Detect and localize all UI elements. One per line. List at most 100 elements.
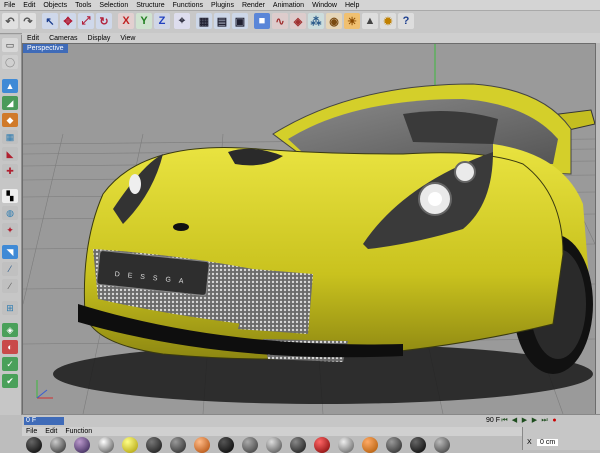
menu-selection[interactable]: Selection — [95, 2, 132, 9]
render-pv-icon[interactable]: ▤ — [214, 13, 230, 29]
perspective-viewport[interactable]: Perspective DESSGA — [22, 43, 596, 415]
material-swatch[interactable] — [266, 437, 282, 453]
brush-icon[interactable]: ⁄ — [2, 262, 18, 276]
light-icon[interactable]: ☀ — [344, 13, 360, 29]
left-tool-palette: ▭ ◯ ▲ ◢ ◆ ▦ ◣ ✚ ▚ ◍ ✦ ◥ ⁄ ∕ ⊞ ◈ ◐ ✓ ✔ — [0, 35, 22, 415]
animation-mode-icon[interactable]: ◣ — [2, 147, 18, 161]
menu-help[interactable]: Help — [341, 2, 363, 9]
timeline[interactable]: 0 F 90 F ⏮ ◀ ▶ ▶ ⏭ ● — [22, 414, 600, 427]
material-swatch[interactable] — [410, 437, 426, 453]
record-icon[interactable]: ● — [550, 416, 559, 425]
material-menu-function[interactable]: Function — [61, 428, 96, 435]
menu-render[interactable]: Render — [238, 2, 269, 9]
viewport-menu-cameras[interactable]: Cameras — [44, 35, 82, 42]
scene-icon[interactable]: ▲ — [362, 13, 378, 29]
move-icon[interactable]: ✥ — [60, 13, 76, 29]
scale-icon[interactable]: ⤢ — [78, 13, 94, 29]
texture-mode-icon[interactable]: ▦ — [2, 130, 18, 144]
menu-plugins[interactable]: Plugins — [207, 2, 238, 9]
axis-gizmo-icon — [36, 380, 53, 399]
material-swatch[interactable] — [98, 437, 114, 453]
y-axis-icon[interactable]: Y — [136, 13, 152, 29]
cube-icon[interactable]: ■ — [254, 13, 270, 29]
use-object-icon[interactable]: ◯ — [2, 55, 18, 69]
go-start-icon[interactable]: ⏮ — [500, 416, 509, 425]
question-icon[interactable]: ? — [398, 13, 414, 29]
render-settings-icon[interactable]: ▣ — [232, 13, 248, 29]
material-swatch[interactable] — [242, 437, 258, 453]
inflate-icon[interactable]: ◍ — [2, 206, 18, 220]
menu-window[interactable]: Window — [308, 2, 341, 9]
menu-bar: File Edit Objects Tools Selection Struct… — [0, 0, 600, 11]
next-key-icon[interactable]: ▶ — [530, 416, 539, 425]
workplane-icon[interactable]: ⊞ — [2, 301, 18, 315]
render-view-icon[interactable]: ▦ — [196, 13, 212, 29]
menu-edit[interactable]: Edit — [19, 2, 39, 9]
end-frame-label: 90 F — [486, 417, 501, 424]
viewport-title: Perspective — [23, 44, 68, 53]
coordinates-panel: X 0 cm — [522, 427, 600, 450]
x-axis-icon[interactable]: X — [118, 13, 134, 29]
material-swatch[interactable] — [290, 437, 306, 453]
checker-icon[interactable]: ▚ — [2, 189, 18, 203]
spline-icon[interactable]: ∿ — [272, 13, 288, 29]
check-icon[interactable]: ✓ — [2, 357, 18, 371]
select-icon[interactable]: ↖ — [42, 13, 58, 29]
menu-tools[interactable]: Tools — [71, 2, 95, 9]
redo-icon[interactable]: ↷ — [20, 13, 36, 29]
material-swatch[interactable] — [314, 437, 330, 453]
menu-file[interactable]: File — [0, 2, 19, 9]
material-menu: File Edit Function — [22, 427, 522, 436]
world-icon[interactable]: ⌖ — [174, 13, 190, 29]
material-swatch[interactable] — [146, 437, 162, 453]
material-list — [22, 436, 522, 453]
undo-icon[interactable]: ↶ — [2, 13, 18, 29]
coord-x-field[interactable]: 0 cm — [537, 439, 559, 446]
material-swatch[interactable] — [362, 437, 378, 453]
current-frame-field[interactable]: 0 F — [24, 417, 64, 425]
prev-key-icon[interactable]: ◀ — [510, 416, 519, 425]
menu-functions[interactable]: Functions — [169, 2, 207, 9]
camera-icon[interactable]: ◉ — [326, 13, 342, 29]
go-end-icon[interactable]: ⏭ — [540, 416, 549, 425]
menu-structure[interactable]: Structure — [132, 2, 168, 9]
material-swatch[interactable] — [194, 437, 210, 453]
z-axis-icon[interactable]: Z — [154, 13, 170, 29]
viewport-menu-edit[interactable]: Edit — [22, 35, 44, 42]
car-render: DESSGA — [23, 44, 595, 414]
nurbs-icon[interactable]: ◈ — [290, 13, 306, 29]
menu-objects[interactable]: Objects — [39, 2, 71, 9]
material-swatch[interactable] — [386, 437, 402, 453]
array-icon[interactable]: ⁂ — [308, 13, 324, 29]
axis-mode-icon[interactable]: ✚ — [2, 164, 18, 178]
menu-animation[interactable]: Animation — [269, 2, 308, 9]
material-menu-edit[interactable]: Edit — [41, 428, 61, 435]
use-model-icon[interactable]: ▭ — [2, 38, 18, 52]
material-swatch[interactable] — [122, 437, 138, 453]
material-swatch[interactable] — [170, 437, 186, 453]
material-swatch[interactable] — [26, 437, 42, 453]
enable-icon[interactable]: ✔ — [2, 374, 18, 388]
main-toolbar: ↶ ↷ ↖ ✥ ⤢ ↻ X Y Z ⌖ ▦ ▤ ▣ ■ ∿ ◈ ⁂ ◉ ☀ ▲ … — [0, 11, 600, 34]
viewport-menu: Edit Cameras Display View — [22, 33, 600, 43]
transport-controls: ⏮ ◀ ▶ ▶ ⏭ ● — [500, 416, 559, 425]
viewport-menu-view[interactable]: View — [115, 35, 140, 42]
snap-icon[interactable]: ✦ — [2, 223, 18, 237]
rotate-icon[interactable]: ↻ — [96, 13, 112, 29]
magnet-icon[interactable]: ◥ — [2, 245, 18, 259]
knife-icon[interactable]: ∕ — [2, 279, 18, 293]
lock-icon[interactable]: ◐ — [2, 340, 18, 354]
edges-mode-icon[interactable]: ◢ — [2, 96, 18, 110]
material-swatch[interactable] — [434, 437, 450, 453]
material-swatch[interactable] — [338, 437, 354, 453]
points-mode-icon[interactable]: ▲ — [2, 79, 18, 93]
quantize-icon[interactable]: ◈ — [2, 323, 18, 337]
material-swatch[interactable] — [218, 437, 234, 453]
viewport-menu-display[interactable]: Display — [82, 35, 115, 42]
material-swatch[interactable] — [74, 437, 90, 453]
polygons-mode-icon[interactable]: ◆ — [2, 113, 18, 127]
material-menu-file[interactable]: File — [22, 428, 41, 435]
material-swatch[interactable] — [50, 437, 66, 453]
play-icon[interactable]: ▶ — [520, 416, 529, 425]
light-bulb-icon[interactable]: ✹ — [380, 13, 396, 29]
